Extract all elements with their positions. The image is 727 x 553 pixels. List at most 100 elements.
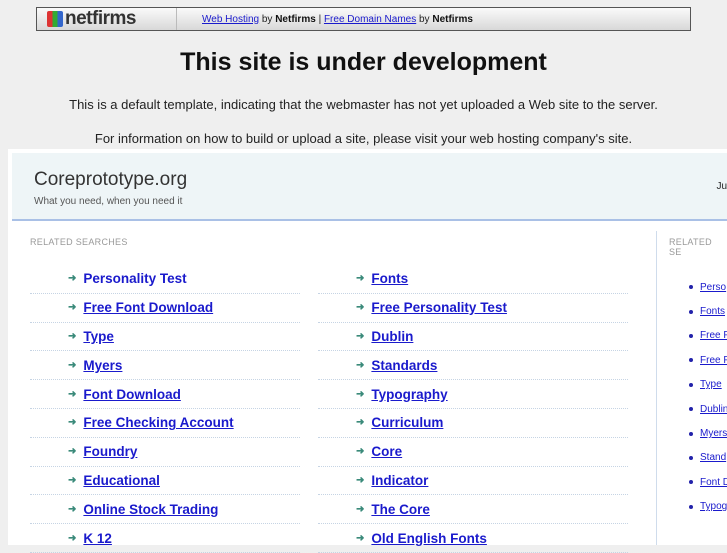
site-tagline: What you need, when you need it [34, 196, 183, 207]
search-link-row[interactable]: ➜ Foundry [30, 438, 300, 467]
related-searches-side: RELATED SE Perso Fonts Free F Free F Type Dub… [656, 231, 727, 545]
search-link[interactable]: Online Stock Trading [83, 502, 218, 517]
search-link[interactable]: K 12 [83, 531, 112, 546]
bullet-icon [689, 431, 693, 436]
side-link[interactable]: Perso [700, 282, 726, 293]
arrow-icon: ➜ [356, 273, 365, 285]
search-link-row[interactable]: ➜ Free Font Download [30, 294, 300, 323]
related-searches-main: RELATED SEARCHES ➜ Personality Test ➜ Free … [12, 231, 656, 553]
arrow-icon: ➜ [68, 359, 77, 371]
side-link[interactable]: Stand [700, 452, 726, 463]
brand-text: Netfirms [275, 13, 316, 25]
side-link-item[interactable]: Free F [657, 348, 727, 372]
arrow-icon: ➜ [356, 330, 365, 342]
side-link-item[interactable]: Perso [657, 275, 727, 299]
search-link-row[interactable]: ➜ K 12 [30, 524, 300, 553]
arrow-icon: ➜ [68, 417, 77, 429]
search-link-row[interactable]: ➜ Free Personality Test [318, 294, 628, 323]
search-link-row[interactable]: ➜ Personality Test [30, 265, 300, 294]
search-link[interactable]: Foundry [83, 444, 137, 459]
side-link-item[interactable]: Fonts [657, 299, 727, 323]
arrow-icon: ➜ [356, 474, 365, 486]
bullet-icon [689, 309, 693, 314]
side-link-item[interactable]: Myers [657, 421, 727, 445]
search-link[interactable]: Old English Fonts [371, 531, 487, 546]
search-link-row[interactable]: ➜ Curriculum [318, 409, 628, 438]
arrow-icon: ➜ [356, 302, 365, 314]
search-link-row[interactable]: ➜ Myers [30, 351, 300, 381]
web-hosting-link[interactable]: Web Hosting [202, 14, 259, 25]
site-name: Coreprototype.org [34, 169, 188, 190]
search-link-row[interactable]: ➜ Old English Fonts [318, 524, 628, 553]
free-domain-link[interactable]: Free Domain Names [324, 14, 416, 25]
side-link[interactable]: Free F [700, 330, 727, 341]
search-link[interactable]: Font Download [83, 387, 180, 402]
search-link-row[interactable]: ➜ Fonts [318, 265, 628, 294]
netfirms-logo[interactable]: netfirms [37, 8, 177, 30]
arrow-icon: ➜ [356, 532, 365, 544]
bullet-icon [689, 504, 693, 509]
page-title: This site is under development [180, 48, 547, 76]
search-link[interactable]: The Core [371, 502, 430, 517]
search-link[interactable]: Free Font Download [83, 300, 213, 315]
arrow-icon: ➜ [68, 446, 77, 458]
search-link-row[interactable]: ➜ Online Stock Trading [30, 495, 300, 525]
column-2: ➜ Fonts ➜ Free Personality Test ➜ Dublin ➜ Stan… [318, 265, 628, 553]
arrow-icon: ➜ [68, 330, 77, 342]
search-link-row[interactable]: ➜ Core [318, 438, 628, 467]
arrow-icon: ➜ [68, 474, 77, 486]
arrow-icon: ➜ [68, 273, 77, 285]
search-link[interactable]: Type [83, 329, 114, 344]
search-link[interactable]: Typography [371, 387, 447, 402]
parked-page-frame: Coreprototype.org What you need, when yo… [8, 149, 727, 553]
bullet-icon [689, 407, 693, 412]
search-link[interactable]: Free Checking Account [83, 415, 233, 430]
search-link-row[interactable]: ➜ Dublin [318, 323, 628, 352]
side-list: Perso Fonts Free F Free F Type Dublin Myers Sta… [657, 275, 727, 519]
bullet-icon [689, 382, 693, 387]
side-link-item[interactable]: Free F [657, 324, 727, 348]
search-link[interactable]: Curriculum [371, 415, 443, 430]
arrow-icon: ➜ [68, 302, 77, 314]
search-link-row[interactable]: ➜ Indicator [318, 467, 628, 496]
by-text: by [419, 13, 430, 25]
side-link[interactable]: Typog [700, 501, 727, 512]
separator: | [318, 13, 322, 25]
brand-text: Netfirms [432, 13, 473, 25]
side-link[interactable]: Dublin [700, 404, 727, 415]
search-link[interactable]: Myers [83, 358, 122, 373]
arrow-icon: ➜ [356, 417, 365, 429]
search-link[interactable]: Indicator [371, 473, 428, 488]
side-link[interactable]: Free F [700, 355, 727, 366]
search-link[interactable]: Personality Test [83, 271, 186, 286]
netfirms-banner: netfirms Web Hosting by Netfirms | Free … [36, 7, 691, 31]
netfirms-logo-icon [47, 11, 63, 27]
search-link[interactable]: Fonts [371, 271, 408, 286]
side-link-item[interactable]: Stand [657, 446, 727, 470]
search-link-row[interactable]: ➜ Font Download [30, 380, 300, 409]
search-link-row[interactable]: ➜ Free Checking Account [30, 409, 300, 438]
search-link-row[interactable]: ➜ The Core [318, 495, 628, 525]
side-link[interactable]: Type [700, 379, 722, 390]
side-link-item[interactable]: Font D [657, 470, 727, 494]
search-link[interactable]: Free Personality Test [371, 300, 507, 315]
side-link-item[interactable]: Dublin [657, 397, 727, 421]
side-link[interactable]: Fonts [700, 306, 725, 317]
search-link[interactable]: Dublin [371, 329, 413, 344]
search-link-row[interactable]: ➜ Standards [318, 351, 628, 381]
bullet-icon [689, 358, 693, 363]
search-link-row[interactable]: ➜ Type [30, 323, 300, 352]
header-right-text: Ju [716, 181, 727, 192]
search-link-row[interactable]: ➜ Educational [30, 467, 300, 496]
search-link-row[interactable]: ➜ Typography [318, 380, 628, 409]
column-1: ➜ Personality Test ➜ Free Font Download ➜ Typ… [30, 265, 300, 553]
side-link-item[interactable]: Typog [657, 495, 727, 519]
side-link[interactable]: Font D [700, 477, 727, 488]
search-link[interactable]: Standards [371, 358, 437, 373]
arrow-icon: ➜ [68, 503, 77, 515]
side-link[interactable]: Myers [700, 428, 727, 439]
search-link[interactable]: Educational [83, 473, 160, 488]
search-link[interactable]: Core [371, 444, 402, 459]
side-link-item[interactable]: Type [657, 373, 727, 397]
side-label: RELATED SE [669, 237, 712, 257]
